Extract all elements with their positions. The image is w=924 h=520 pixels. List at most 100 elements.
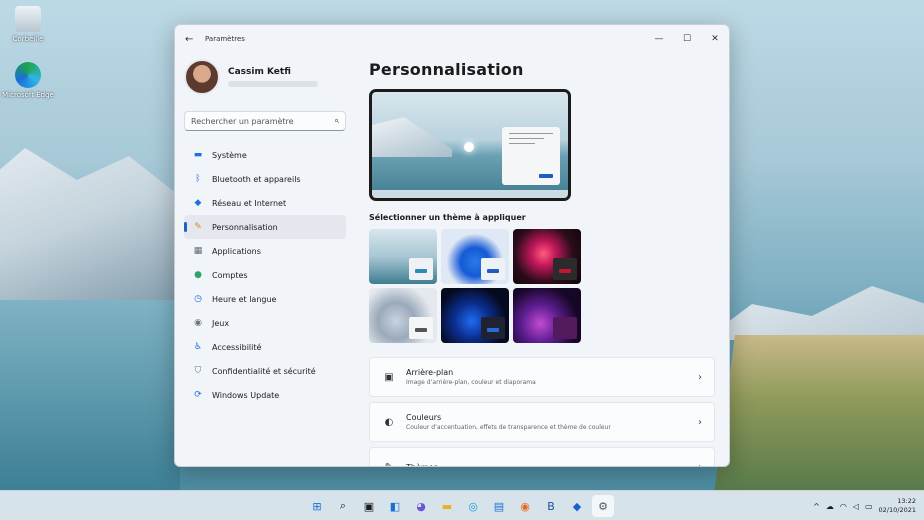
sidebar-item-label: Applications [212, 246, 261, 256]
wallpaper-grass [714, 335, 924, 495]
edge-icon[interactable]: ◎ [462, 495, 484, 517]
sidebar-item[interactable]: ♿ Accessibilité [184, 335, 346, 359]
windows-update-icon: ⟳ [194, 390, 202, 400]
preview-sun [464, 142, 474, 152]
chat-icon[interactable]: ◕ [410, 495, 432, 517]
volume-icon[interactable]: ◁ [853, 502, 859, 511]
sidebar-item[interactable]: ◷ Heure et langue [184, 287, 346, 311]
sidebar-item-label: Confidentialité et sécurité [212, 366, 316, 376]
sidebar-item-label: Système [212, 150, 247, 160]
sidebar-item-label: Bluetooth et appareils [212, 174, 301, 184]
time-language-icon: ◷ [194, 294, 202, 304]
apps-icon: ▦ [193, 246, 203, 256]
start-icon[interactable]: ⊞ [306, 495, 328, 517]
sidebar-item-label: Personnalisation [212, 222, 278, 232]
shield-icon: ⛉ [194, 366, 202, 376]
preview-window [502, 127, 560, 185]
theme-mini-window [409, 317, 433, 339]
sidebar-item[interactable]: ᛒ Bluetooth et appareils [184, 167, 346, 191]
sidebar-item-label: Réseau et Internet [212, 198, 287, 208]
chevron-right-icon: › [698, 371, 702, 383]
chevron-right-icon: › [698, 462, 702, 467]
bitwarden-icon[interactable]: B [540, 495, 562, 517]
store-icon[interactable]: ▤ [488, 495, 510, 517]
theme-tile-4[interactable] [369, 288, 437, 343]
user-profile[interactable]: Cassim Ketfi [184, 53, 346, 101]
theme-tile-2[interactable] [441, 229, 509, 284]
settings-icon[interactable]: ⚙ [592, 495, 614, 517]
system-tray: ^ ☁ ◠ ◁ ▭ 13:22 02/10/2021 [813, 491, 916, 520]
sidebar-item[interactable]: ⛉ Confidentialité et sécurité [184, 359, 346, 383]
card-subtitle: Image d’arrière-plan, couleur et diapora… [406, 379, 536, 386]
widgets-icon[interactable]: ◧ [384, 495, 406, 517]
settings-cards: ▣ Arrière-plan Image d’arrière-plan, coule… [369, 357, 715, 466]
sidebar-item-label: Accessibilité [212, 342, 262, 352]
settings-card[interactable]: ▣ Arrière-plan Image d’arrière-plan, coule… [369, 357, 715, 397]
card-title: Thèmes [406, 463, 438, 467]
sidebar-item-label: Heure et langue [212, 294, 277, 304]
system-icon: ▬ [193, 150, 203, 160]
network-icon: ◆ [194, 198, 202, 208]
sidebar-item[interactable]: ▦ Applications [184, 239, 346, 263]
preview-window-button [539, 174, 553, 178]
profile-name: Cassim Ketfi [228, 67, 291, 77]
theme-tile-1[interactable] [369, 229, 437, 284]
theme-mini-window [409, 258, 433, 280]
theme-tile-3[interactable] [513, 229, 581, 284]
theme-mini-window [553, 317, 577, 339]
minimize-button[interactable]: — [645, 25, 673, 53]
sidebar-item[interactable]: ● Comptes [184, 263, 346, 287]
settings-card[interactable]: ◐ Couleurs Couleur d’accentuation, effets … [369, 402, 715, 442]
card-title: Couleurs [406, 413, 442, 422]
desktop-icon-edge[interactable]: Microsoft Edge [0, 62, 58, 99]
onedrive-icon[interactable]: ☁ [826, 502, 834, 511]
sidebar-item[interactable]: ◉ Jeux [184, 311, 346, 335]
theme-mini-window [553, 258, 577, 280]
search-icon[interactable]: ⌕ [334, 116, 339, 126]
settings-window: ← Paramètres — ☐ ✕ Cassim Ketfi ⌕ ▬ Systè… [174, 24, 730, 467]
firefox-icon[interactable]: ◉ [514, 495, 536, 517]
file-explorer-icon[interactable]: ▬ [436, 495, 458, 517]
taskbar-apps: ⊞ ⌕ ▣ ◧ ◕ ▬ ◎ ▤ ◉ B ◆ ⚙ [306, 495, 614, 517]
search-input[interactable] [191, 116, 334, 126]
task-view-icon[interactable]: ▣ [358, 495, 380, 517]
sidebar-item[interactable]: ✎ Personnalisation [184, 215, 346, 239]
sidebar-item[interactable]: ◆ Réseau et Internet [184, 191, 346, 215]
close-button[interactable]: ✕ [701, 25, 729, 53]
wifi-icon[interactable]: ◠ [840, 502, 847, 511]
maximize-button[interactable]: ☐ [673, 25, 701, 53]
themes-label: Sélectionner un thème à appliquer [369, 213, 526, 222]
preview-taskbar [372, 190, 568, 198]
settings-card[interactable]: ✎ Thèmes › [369, 447, 715, 466]
back-button[interactable]: ← [185, 34, 199, 45]
theme-tile-6[interactable] [513, 288, 581, 343]
desktop-icon-recycle-bin[interactable]: Corbeille [0, 6, 58, 43]
theme-mini-window [481, 258, 505, 280]
search-box[interactable]: ⌕ [184, 111, 346, 131]
theme-mini-window [481, 317, 505, 339]
card-subtitle: Couleur d’accentuation, effets de transp… [406, 424, 611, 431]
tray-overflow-chevron[interactable]: ^ [813, 502, 820, 511]
sidebar-item-label: Windows Update [212, 390, 280, 400]
avatar [184, 59, 220, 95]
title-bar: ← Paramètres — ☐ ✕ [175, 25, 729, 53]
image-icon: ▣ [384, 371, 394, 383]
edge-icon [15, 62, 41, 88]
accessibility-icon: ♿ [193, 342, 203, 352]
preview-hill [372, 117, 452, 157]
wallpaper-water [0, 300, 180, 490]
theme-tile-5[interactable] [441, 288, 509, 343]
window-title: Paramètres [205, 35, 245, 43]
clock[interactable]: 13:22 02/10/2021 [879, 497, 916, 515]
sidebar-item[interactable]: ⟳ Windows Update [184, 383, 346, 407]
sidebar-nav: ▬ Système ᛒ Bluetooth et appareils ◆ Réseau e… [184, 143, 346, 407]
sidebar-item[interactable]: ▬ Système [184, 143, 346, 167]
window-controls: — ☐ ✕ [645, 25, 729, 53]
palette-icon: ◐ [384, 416, 394, 428]
search-icon[interactable]: ⌕ [332, 495, 354, 517]
battery-icon[interactable]: ▭ [865, 502, 873, 511]
gaming-icon: ◉ [194, 318, 202, 328]
dropbox-icon[interactable]: ◆ [566, 495, 588, 517]
wallpaper-mountain-right [704, 286, 924, 340]
clock-time: 13:22 [897, 497, 916, 505]
